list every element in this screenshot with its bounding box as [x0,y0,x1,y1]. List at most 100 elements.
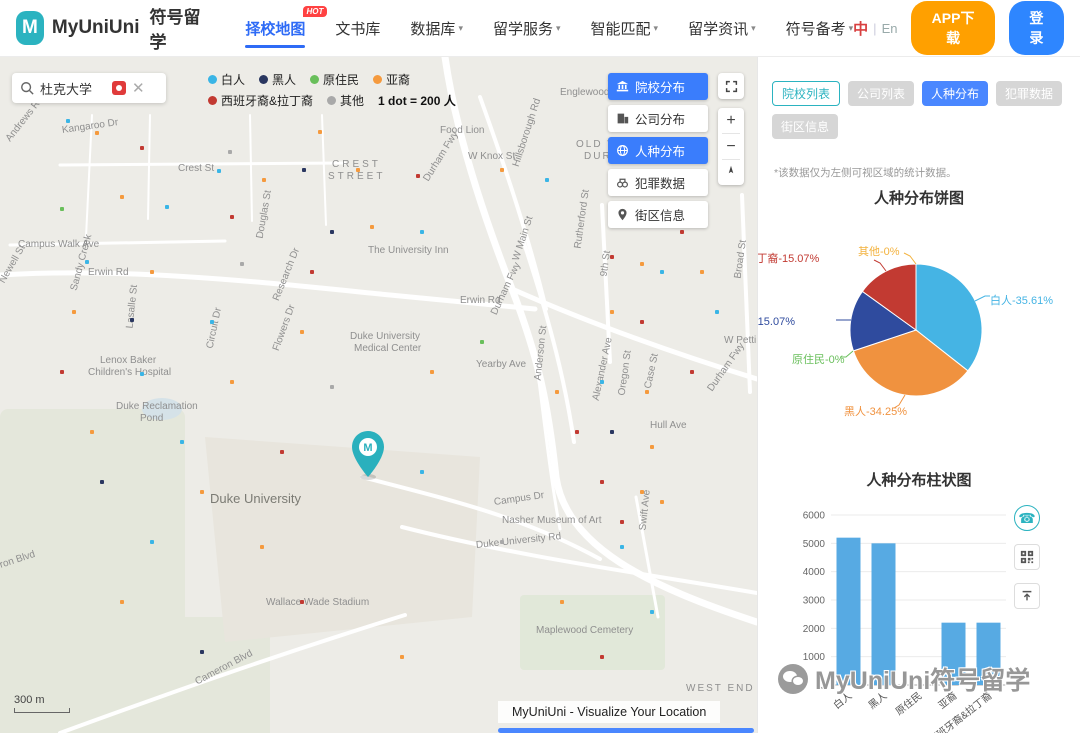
panel-tab-2[interactable]: 人种分布 [922,81,989,106]
population-dot [230,380,234,384]
map-canvas[interactable]: Englewood AveFood LionW Knox StOLD WESTD… [0,57,757,733]
population-dot [60,207,64,211]
population-dot [66,119,70,123]
y-tick-label: 0 [819,681,825,692]
map-label: Pond [140,413,164,424]
nav-item-5[interactable]: 留学资讯 ▾ [688,0,756,57]
logo-suffix: 符号留学 [149,8,201,52]
y-tick-label: 5000 [803,539,826,550]
population-dot [610,310,614,314]
population-dot [640,490,644,494]
panel-tab-0[interactable]: 院校列表 [772,81,841,106]
map-label: Erwin Rd [88,267,129,278]
nav-item-4[interactable]: 智能匹配 ▾ [591,0,659,57]
x-tick-label: 亚裔 [936,689,960,712]
app-download-button[interactable]: APP下载 [911,1,995,55]
layer-button-3[interactable]: 犯罪数据 [608,169,708,196]
map-label: Hull Ave [650,420,687,431]
layer-button-label: 人种分布 [635,145,686,159]
population-dot [645,390,649,394]
layer-button-1[interactable]: 公司分布 [608,105,708,132]
pie-leader-line [974,295,990,302]
map-label: Food Lion [440,125,485,136]
pie-leader-line [903,252,917,265]
population-dot [416,174,420,178]
map-label: Crest St [178,163,215,174]
lang-zh[interactable]: 中 [853,18,868,39]
bar [836,537,861,685]
population-dot [420,230,424,234]
map-label: Duke University [350,331,421,342]
pie-label: 黑人-34.25% [844,406,907,418]
bank-icon [616,80,629,92]
pie-label: 原住民-0% [792,354,845,366]
logo[interactable]: M MyUniUni 符号留学 [16,3,205,53]
population-dot [60,370,64,374]
nav-item-2[interactable]: 数据库 ▾ [410,0,463,57]
population-dot [150,540,154,544]
lang-en[interactable]: En [882,21,898,36]
fullscreen-button[interactable] [718,73,744,99]
layer-button-label: 犯罪数据 [635,177,686,191]
nav-item-6[interactable]: 符号备考 ▾ [786,0,854,57]
population-dot [100,480,104,484]
nav-item-label: 智能匹配 [590,20,651,38]
nav-item-1[interactable]: 文书库 [335,0,380,57]
horizontal-scrollbar[interactable] [498,728,754,733]
nav-item-3[interactable]: 留学服务 ▾ [493,0,561,57]
compass-button[interactable] [718,160,744,185]
panel-tab-4[interactable]: 街区信息 [772,114,839,139]
population-dot [660,500,664,504]
panel-tab-1[interactable]: 公司列表 [848,81,915,106]
compass-icon [728,165,734,173]
legend-dot [208,75,217,84]
back-to-top-icon [1022,590,1032,601]
search-input[interactable] [40,80,106,96]
location-marker[interactable]: M [348,429,388,486]
fullscreen-icon [725,80,737,92]
bar [941,622,966,685]
lang-divider: | [873,20,877,36]
y-tick-label: 1000 [803,652,826,663]
map-label: Lenox Baker [100,355,157,366]
nav-item-0[interactable]: 择校地图 HOT [245,0,328,57]
map-label: WEST END [686,683,755,694]
search-icon [21,82,34,95]
chevron-down-icon: ▾ [458,22,463,33]
population-dot [200,490,204,494]
zoom-in-button[interactable]: + [718,108,744,133]
population-dot [620,520,624,524]
layer-button-2[interactable]: 人种分布 [608,137,708,164]
population-dot [130,318,134,322]
layer-button-0[interactable]: 院校分布 [608,73,708,100]
bar [871,543,896,685]
top-navbar: M MyUniUni 符号留学 择校地图 HOT 文书库 数据库 ▾ 留学服务 ▾ 智能匹配 ▾… [0,0,1080,57]
population-dot [120,195,124,199]
pie-label: 白人-35.61% [990,295,1053,307]
layer-button-4[interactable]: 街区信息 [608,201,708,228]
population-dot [260,545,264,549]
zoom-out-button[interactable]: − [718,134,744,159]
legend-item: 黑人 [259,71,296,88]
population-dot [545,178,549,182]
pie-label: 西班牙裔&拉丁裔-15.07% [757,253,820,265]
globe-icon [617,145,628,156]
pie-chart-title: 人种分布饼图 [873,190,964,207]
logo-text: MyUniUni [51,17,140,38]
y-tick-label: 6000 [803,511,826,522]
close-icon[interactable]: ✕ [132,81,145,96]
population-dot [660,270,664,274]
population-dot [430,370,434,374]
district-icon [618,208,627,221]
phone-button[interactable]: ☎ [1014,505,1040,531]
nav-right: 中 | En APP下载 登录 [853,1,1064,55]
map-label: Wallace Wade Stadium [266,597,370,608]
bar [976,622,1001,685]
login-button[interactable]: 登录 [1008,1,1064,55]
population-dot [650,445,654,449]
panel-tab-3[interactable]: 犯罪数据 [996,81,1063,106]
qrcode-button[interactable] [1014,544,1040,570]
language-switch[interactable]: 中 | En [853,18,897,39]
legend-dot [208,96,217,105]
back-to-top-button[interactable] [1014,583,1040,609]
